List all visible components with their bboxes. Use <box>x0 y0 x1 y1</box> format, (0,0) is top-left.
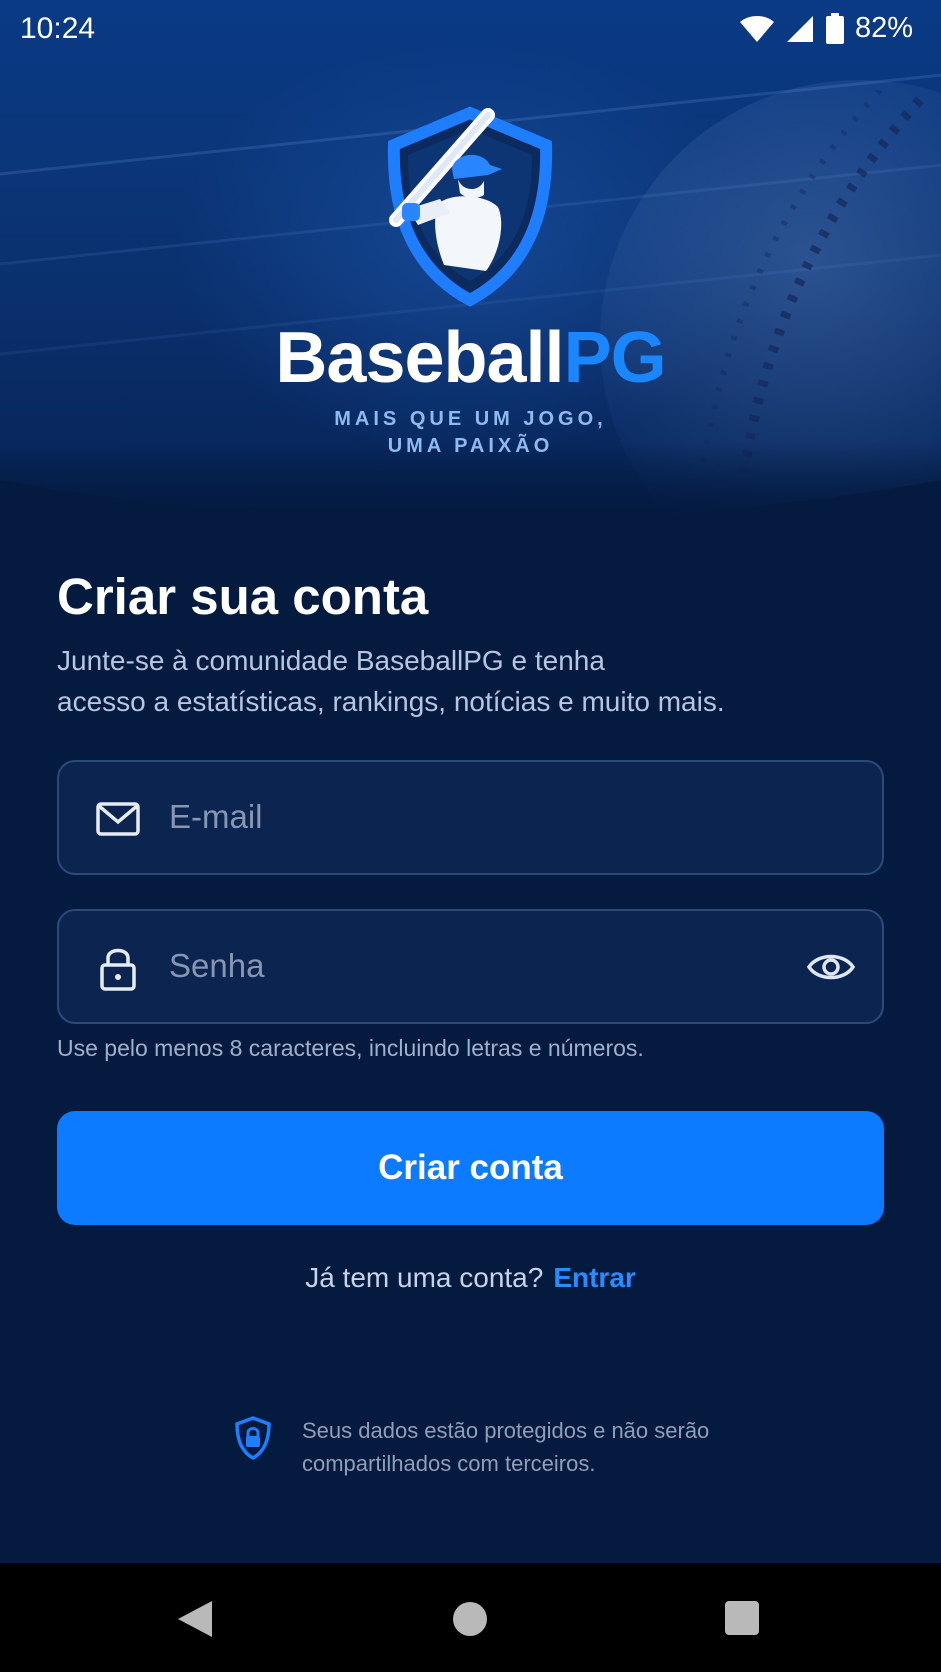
tagline-line1: MAIS QUE UM JOGO, <box>334 408 607 430</box>
status-icons: 82% <box>739 12 913 45</box>
password-hint: Use pelo menos 8 caracteres, incluindo l… <box>57 1035 644 1061</box>
subtitle-line2: acesso a estatísticas, rankings, notícia… <box>57 686 725 717</box>
privacy-notice: Seus dados estão protegidos e não serão … <box>234 1414 754 1494</box>
tagline-line2: UMA PAIXÃO <box>387 435 554 457</box>
privacy-line1: Seus dados estão protegidos e não serão <box>302 1418 710 1443</box>
battery-percentage: 82% <box>854 12 913 44</box>
signin-prompt: Já tem uma conta? <box>305 1262 544 1293</box>
shield-lock-icon <box>235 1416 271 1460</box>
recents-icon[interactable] <box>725 1601 759 1635</box>
brand-name-part1: Baseball <box>275 318 564 398</box>
baseball-batter-shield-logo <box>387 106 553 307</box>
eye-icon[interactable] <box>806 947 856 987</box>
create-account-button[interactable]: Criar conta <box>57 1111 884 1225</box>
back-icon[interactable] <box>176 1599 214 1639</box>
battery-icon <box>825 12 844 44</box>
privacy-line2: compartilhados com terceiros. <box>302 1451 596 1476</box>
status-time: 10:24 <box>20 12 96 45</box>
page-title: Criar sua conta <box>57 568 429 625</box>
status-bar: 10:24 82% <box>0 0 941 56</box>
password-placeholder: Senha <box>169 947 265 984</box>
privacy-text: Seus dados estão protegidos e não serão … <box>302 1414 762 1480</box>
signin-link[interactable]: Entrar <box>553 1262 635 1293</box>
email-placeholder: E-mail <box>169 798 263 835</box>
brand-tagline: MAIS QUE UM JOGO, UMA PAIXÃO <box>0 406 941 460</box>
signal-icon <box>786 15 813 42</box>
subtitle-line1: Junte-se à comunidade BaseballPG e tenha <box>57 645 605 676</box>
home-icon[interactable] <box>453 1602 487 1636</box>
password-field[interactable]: Senha <box>57 909 884 1024</box>
lock-icon <box>100 948 136 991</box>
page-subtitle: Junte-se à comunidade BaseballPG e tenha… <box>57 640 857 722</box>
brand-name-part2: PG <box>563 318 667 398</box>
mail-icon <box>96 802 140 836</box>
signup-screen: 10:24 82% BaseballPG MAIS QUE UM JOGO, U… <box>0 0 941 1672</box>
brand-name: BaseballPG <box>0 318 941 398</box>
signin-row: Já tem uma conta? Entrar <box>0 1262 941 1294</box>
wifi-icon <box>739 15 774 42</box>
email-field[interactable]: E-mail <box>57 760 884 875</box>
